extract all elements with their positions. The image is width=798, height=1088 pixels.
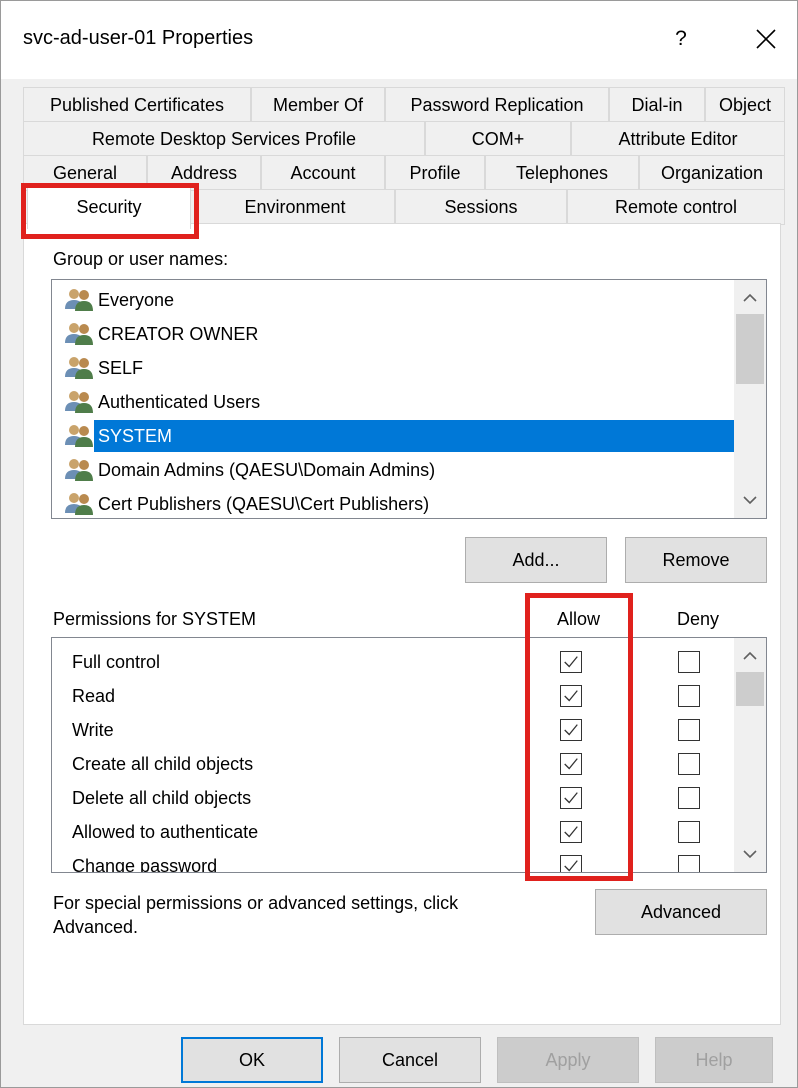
permission-name: Full control <box>72 651 161 672</box>
permission-name: Read <box>72 685 116 706</box>
tab-organization[interactable]: Organization <box>639 155 785 191</box>
list-item[interactable]: CREATOR OWNER <box>64 318 258 350</box>
deny-checkbox[interactable] <box>678 685 700 707</box>
permissions-label: Permissions for SYSTEM <box>53 609 257 629</box>
deny-checkbox[interactable] <box>678 753 700 775</box>
list-item[interactable]: Domain Admins (QAESU\Domain Admins) <box>64 454 435 486</box>
tab-password-replication[interactable]: Password Replication <box>385 87 609 123</box>
permission-name: Delete all child objects <box>72 787 252 808</box>
advanced-hint-line1: For special permissions or advanced sett… <box>53 893 459 913</box>
tab-com-plus[interactable]: COM+ <box>425 121 571 157</box>
list-item[interactable]: SELF <box>64 352 143 384</box>
add-button[interactable]: Add... <box>465 537 607 583</box>
close-icon <box>756 29 776 49</box>
apply-button[interactable]: Apply <box>497 1037 639 1083</box>
list-item-label: Authenticated Users <box>98 391 261 412</box>
permission-name: Allowed to authenticate <box>72 821 259 842</box>
user-group-icon <box>64 321 94 347</box>
chevron-down-icon <box>743 850 757 859</box>
deny-checkbox[interactable] <box>678 787 700 809</box>
table-row: Create all child objects <box>72 748 253 780</box>
advanced-hint: For special permissions or advanced sett… <box>53 891 458 939</box>
tab-attribute-editor[interactable]: Attribute Editor <box>571 121 785 157</box>
scroll-thumb[interactable] <box>736 672 764 706</box>
tab-dial-in[interactable]: Dial-in <box>609 87 705 123</box>
table-row: Delete all child objects <box>72 782 251 814</box>
question-mark-icon: ? <box>675 27 687 50</box>
tab-member-of[interactable]: Member Of <box>251 87 385 123</box>
group-names-list[interactable]: Everyone CREATOR OWNER SELF Authenticated U… <box>51 279 767 519</box>
list-item-label: Cert Publishers (QAESU\Cert Publishers) <box>98 493 430 514</box>
deny-column-header: Deny <box>677 609 720 629</box>
permission-name: Create all child objects <box>72 753 254 774</box>
list-item-label: CREATOR OWNER <box>98 323 259 344</box>
tab-sessions[interactable]: Sessions <box>395 189 567 225</box>
permissions-list[interactable]: Full control Read Write Create all child ob… <box>51 637 767 873</box>
tab-remote-desktop-services-profile[interactable]: Remote Desktop Services Profile <box>23 121 425 157</box>
window-title: svc-ad-user-01 Properties <box>23 27 254 49</box>
advanced-hint-line2: Advanced. <box>53 917 139 937</box>
advanced-button[interactable]: Advanced <box>595 889 767 935</box>
user-group-icon <box>64 287 94 313</box>
scroll-up-arrow[interactable] <box>734 282 766 314</box>
chevron-down-icon <box>743 496 757 505</box>
properties-dialog: svc-ad-user-01 Properties ? Published Ce… <box>0 0 798 1088</box>
cancel-button[interactable]: Cancel <box>339 1037 481 1083</box>
scroll-up-arrow[interactable] <box>734 640 766 672</box>
ok-button[interactable]: OK <box>181 1037 323 1083</box>
security-tab-highlight <box>21 183 199 239</box>
user-group-icon <box>64 389 94 415</box>
help-title-button[interactable]: ? <box>661 17 701 61</box>
list-item-label: Everyone <box>98 289 175 310</box>
user-group-icon <box>64 491 94 517</box>
deny-checkbox[interactable] <box>678 651 700 673</box>
table-row: Full control <box>72 646 160 678</box>
tab-account[interactable]: Account <box>261 155 385 191</box>
tab-profile[interactable]: Profile <box>385 155 485 191</box>
user-group-icon <box>64 355 94 381</box>
permission-name: Write <box>72 719 114 740</box>
chevron-up-icon <box>743 651 757 660</box>
list-item[interactable]: Cert Publishers (QAESU\Cert Publishers) <box>64 488 430 518</box>
tab-object[interactable]: Object <box>705 87 785 123</box>
deny-checkbox[interactable] <box>678 821 700 843</box>
title-bar: svc-ad-user-01 Properties ? <box>1 1 797 79</box>
permission-name: Change password <box>72 855 218 873</box>
close-button[interactable] <box>741 15 791 63</box>
table-row: Change password <box>72 850 217 873</box>
table-row: Write <box>72 714 114 746</box>
remove-button[interactable]: Remove <box>625 537 767 583</box>
table-row: Read <box>72 680 115 712</box>
tab-remote-control[interactable]: Remote control <box>567 189 785 225</box>
list-item-label: Domain Admins (QAESU\Domain Admins) <box>98 459 436 480</box>
allow-column-highlight <box>525 593 633 881</box>
group-names-label: Group or user names: <box>53 249 229 269</box>
chevron-up-icon <box>743 293 757 302</box>
group-list-scrollbar[interactable] <box>734 280 766 518</box>
list-item[interactable]: SYSTEM <box>64 420 734 452</box>
scroll-down-arrow[interactable] <box>734 838 766 870</box>
scroll-thumb[interactable] <box>736 314 764 384</box>
user-group-icon <box>64 423 94 449</box>
list-item-label: SYSTEM <box>94 420 734 452</box>
deny-checkbox[interactable] <box>678 719 700 741</box>
user-group-icon <box>64 457 94 483</box>
help-button[interactable]: Help <box>655 1037 773 1083</box>
permissions-scrollbar[interactable] <box>734 638 766 872</box>
scroll-down-arrow[interactable] <box>734 484 766 516</box>
tab-environment[interactable]: Environment <box>195 189 395 225</box>
tab-published-certificates[interactable]: Published Certificates <box>23 87 251 123</box>
list-item[interactable]: Everyone <box>64 284 174 316</box>
tab-telephones[interactable]: Telephones <box>485 155 639 191</box>
list-item-label: SELF <box>98 357 144 378</box>
deny-checkbox[interactable] <box>678 855 700 872</box>
table-row: Allowed to authenticate <box>72 816 258 848</box>
list-item[interactable]: Authenticated Users <box>64 386 260 418</box>
